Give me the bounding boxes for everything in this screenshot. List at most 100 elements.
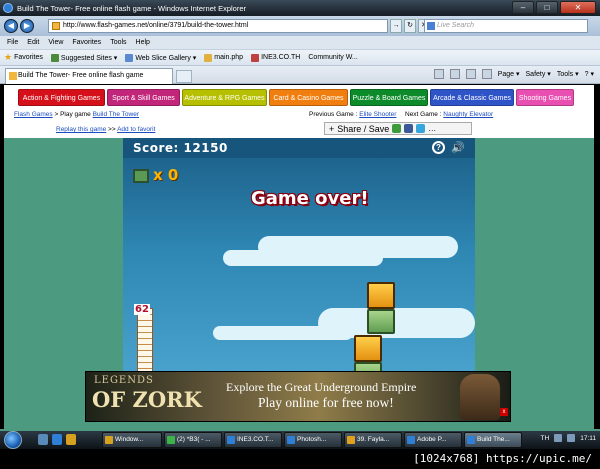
tab-build-the-tower[interactable]: Build The Tower- Free online flash game: [5, 68, 173, 84]
menu-help[interactable]: Help: [136, 39, 150, 46]
ie-icon: [227, 436, 235, 444]
cat-card-casino[interactable]: Card & Casino Games: [269, 89, 348, 106]
address-bar: ◀ ▶ http://www.flash-games.net/online/37…: [0, 16, 600, 36]
share-save-bar[interactable]: + Share / Save …: [324, 122, 472, 135]
command-bar: Page ▾ Safety ▾ Tools ▾ ? ▾: [433, 69, 594, 79]
taskbar-label: (2) *B3( - ...: [177, 436, 211, 443]
share-green-icon[interactable]: [392, 124, 402, 133]
show-desktop-icon[interactable]: [38, 434, 48, 445]
home-icon[interactable]: [433, 69, 444, 79]
volume-icon[interactable]: [567, 434, 576, 442]
mail-icon[interactable]: [465, 69, 476, 79]
game-canvas[interactable]: Score: 12150 ? 🔊 x 0 Game over! 62: [123, 138, 475, 396]
go-button[interactable]: →: [390, 19, 402, 33]
taskbar-button-build-the-tower[interactable]: Build The...: [464, 432, 522, 448]
facebook-icon[interactable]: [404, 124, 414, 133]
url-input[interactable]: http://www.flash-games.net/online/3791/b…: [48, 19, 388, 33]
safety-menu[interactable]: Safety ▾: [526, 70, 551, 78]
taskbar-label: Photosh...: [297, 436, 327, 443]
taskbar-button-fayla[interactable]: 39. Fayla...: [344, 432, 402, 448]
web-slice-icon: [125, 53, 134, 62]
help-menu[interactable]: ? ▾: [585, 70, 594, 78]
new-tab-button[interactable]: [176, 70, 192, 83]
window-controls: – □ ✕: [512, 1, 596, 14]
language-indicator[interactable]: TH: [541, 435, 550, 442]
search-input[interactable]: Live Search: [424, 19, 588, 33]
next-game: Next Game : Naughty Elevator: [405, 111, 493, 118]
forward-button[interactable]: ▶: [20, 19, 34, 33]
fav-suggested-sites[interactable]: Suggested Sites ▾: [50, 53, 118, 62]
ad-headline: Explore the Great Underground Empire: [226, 380, 417, 394]
menu-view[interactable]: View: [48, 39, 63, 46]
network-icon[interactable]: [554, 434, 563, 442]
tab-title: Build The Tower- Free online flash game: [18, 72, 144, 79]
cat-puzzle-board[interactable]: Puzzle & Board Games: [350, 89, 428, 106]
refresh-button[interactable]: ↻: [404, 19, 416, 33]
close-button[interactable]: ✕: [560, 1, 596, 14]
score-display: Score: 12150: [133, 141, 228, 155]
add-favorite-link[interactable]: Add to favorit: [117, 126, 155, 133]
taskbar-label: INE3.CO.T...: [237, 436, 274, 443]
breadcrumb-current-game[interactable]: Build The Tower: [93, 111, 139, 118]
feeds-icon[interactable]: [449, 69, 460, 79]
replay-sep: >>: [108, 126, 116, 133]
maximize-button[interactable]: □: [536, 1, 558, 14]
ie-icon[interactable]: [52, 434, 62, 445]
taskbar-label: Window...: [115, 436, 144, 443]
menu-bar: File Edit View Favorites Tools Help: [0, 36, 600, 49]
back-button[interactable]: ◀: [4, 19, 18, 33]
next-game-link[interactable]: Naughty Elevator: [443, 111, 493, 118]
ad-banner[interactable]: LEGENDS OF ZORK Explore the Great Underg…: [85, 371, 511, 422]
sound-icon[interactable]: 🔊: [451, 141, 465, 154]
url-text: http://www.flash-games.net/online/3791/b…: [63, 22, 249, 29]
replay-link[interactable]: Replay this game: [56, 126, 106, 133]
ad-close-icon[interactable]: x: [500, 408, 508, 416]
ie-icon: [287, 436, 295, 444]
cat-sport-skill[interactable]: Sport & Skill Games: [107, 89, 180, 106]
menu-favorites[interactable]: Favorites: [72, 39, 101, 46]
start-button[interactable]: [4, 431, 22, 449]
taskbar-button-adobe[interactable]: Adobe P...: [404, 432, 462, 448]
favorites-button[interactable]: ★ Favorites: [4, 52, 43, 63]
cat-action-fighting[interactable]: Action & Fighting Games: [18, 89, 105, 106]
breadcrumb-play-game: Play game: [60, 111, 91, 118]
fav-web-slice[interactable]: Web Slice Gallery ▾: [125, 53, 196, 62]
menu-file[interactable]: File: [7, 39, 18, 46]
fav-label: Suggested Sites ▾: [60, 54, 118, 62]
breadcrumb: Flash Games > Play game Build The Tower: [14, 111, 139, 118]
menu-edit[interactable]: Edit: [27, 39, 39, 46]
fav-community[interactable]: Community W...: [308, 54, 357, 61]
folder-icon[interactable]: [66, 434, 76, 445]
taskbar-button-ine3[interactable]: INE3.CO.T...: [224, 432, 282, 448]
tab-bar: Build The Tower- Free online flash game …: [0, 66, 600, 84]
more-icon[interactable]: …: [428, 124, 436, 133]
print-icon[interactable]: [481, 69, 492, 79]
window-titlebar: Build The Tower- Free online flash game …: [0, 0, 600, 16]
page-icon: [204, 53, 213, 62]
breadcrumb-flash-games[interactable]: Flash Games: [14, 111, 53, 118]
menu-tools[interactable]: Tools: [110, 39, 126, 46]
fav-ine3[interactable]: INE3.CO.TH: [251, 53, 300, 62]
ad-character-image: [460, 374, 500, 420]
cat-adventure-rpg[interactable]: Adventure & RPG Games: [182, 89, 267, 106]
taskbar-button-windows[interactable]: Window...: [102, 432, 162, 448]
caption-text: [1024x768] https://upic.me/: [413, 452, 592, 465]
cat-arcade-classic[interactable]: Arcade & Classic Games: [430, 89, 514, 106]
help-icon[interactable]: ?: [432, 141, 445, 154]
cat-shooting[interactable]: Shooting Games: [516, 89, 574, 106]
minimize-button[interactable]: –: [512, 1, 534, 14]
clock[interactable]: 17:11: [580, 435, 596, 442]
tools-menu[interactable]: Tools ▾: [557, 70, 579, 78]
height-value: 62: [134, 304, 150, 315]
taskbar-label: Build The...: [477, 436, 510, 443]
taskbar-button-chat[interactable]: (2) *B3( - ...: [164, 432, 222, 448]
prev-game-link[interactable]: Elite Shooter: [359, 111, 396, 118]
share-plus-icon: +: [329, 123, 335, 134]
twitter-icon[interactable]: [416, 124, 426, 133]
fav-main-php[interactable]: main.php: [204, 53, 243, 62]
taskbar-button-photoshop[interactable]: Photosh...: [284, 432, 342, 448]
score-value: 12150: [183, 141, 228, 155]
page-menu[interactable]: Page ▾: [498, 70, 520, 78]
prev-game-label: Previous Game :: [309, 111, 358, 118]
site-favicon-icon: [9, 72, 17, 80]
